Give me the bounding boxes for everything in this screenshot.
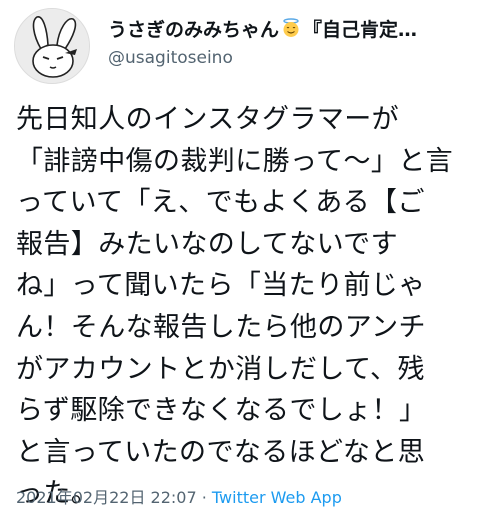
tweet-text-line: らず駆除できなくなるでしょ！」 <box>16 395 427 427</box>
tweet-text-line: 先日知人のインスタグラマーが <box>16 104 400 135</box>
tweet-text-line: っていて「え、でもよくある【ご <box>16 187 425 219</box>
smiling-face-with-halo-icon <box>283 18 299 37</box>
display-name[interactable]: うさぎのみみちゃん <box>108 15 279 42</box>
tweet-text-line: ん！そんな報告したら他のアンチ <box>16 311 426 343</box>
tweet-meta: 2021年02月22日 22:07 · Twitter Web App <box>16 484 342 508</box>
tweet-text-line: 「誹謗中傷の裁判に勝って〜」と言 <box>16 145 454 177</box>
meta-separator: · <box>196 488 212 507</box>
tweet-text-line: ね」って聞いたら「当たり前じゃ <box>16 270 426 302</box>
user-handle[interactable]: @usagitoseino <box>108 48 470 68</box>
tweet-header: うさぎのみみちゃん 『自己肯定… @usagitoseino <box>14 8 470 84</box>
tweet-source-link[interactable]: Twitter Web App <box>212 488 342 507</box>
tweet: うさぎのみみちゃん 『自己肯定… @usagitoseino 先日知人のインスタ… <box>0 0 480 513</box>
display-name-row[interactable]: うさぎのみみちゃん 『自己肯定… <box>108 12 470 44</box>
avatar[interactable] <box>14 8 90 84</box>
tweet-text: 先日知人のインスタグラマーが 「誹謗中傷の裁判に勝って〜」と言 っていて「え、で… <box>16 99 472 515</box>
tweet-text-line: 報告】みたいなのしてないです <box>16 228 398 260</box>
user-names: うさぎのみみちゃん 『自己肯定… @usagitoseino <box>108 12 470 68</box>
tweet-text-line: がアカウントとか消しだして、残 <box>16 353 425 385</box>
display-name-suffix[interactable]: 『自己肯定… <box>303 15 417 42</box>
rabbit-avatar-icon <box>15 9 89 83</box>
tweet-timestamp[interactable]: 2021年02月22日 22:07 <box>16 488 197 507</box>
tweet-text-line: と言っていたのでなるほどなと思 <box>16 436 426 468</box>
